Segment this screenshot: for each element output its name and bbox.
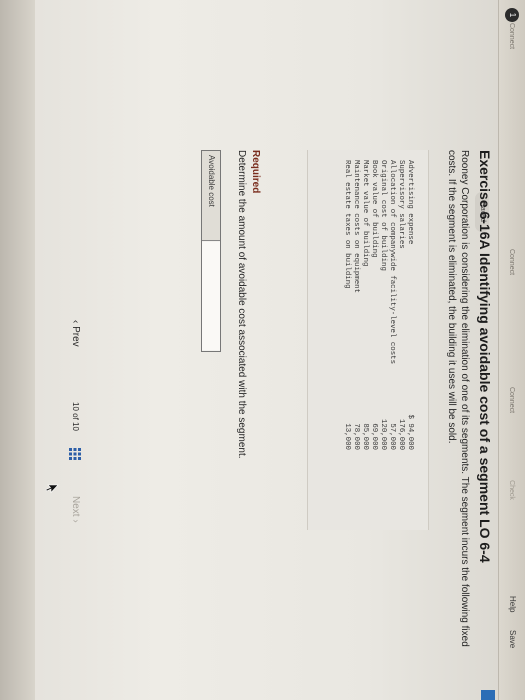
side-panel-edge — [481, 690, 495, 700]
next-button[interactable]: Next › — [70, 496, 81, 523]
table-row: Market value of building 85,000 — [360, 160, 369, 450]
photo-background: 1 Connect Connect Connect Check Help Sav… — [0, 0, 525, 700]
cost-amount: 57,000 — [388, 423, 396, 450]
screen-bottom-edge — [0, 0, 35, 700]
cost-label: Real estate taxes on building — [343, 160, 351, 289]
bottom-navigation: ‹ Prev 10 of 10 Next › — [61, 300, 85, 600]
table-row: Supervisory salaries 176,000 — [396, 160, 405, 450]
avoidable-cost-row: Avoidable cost — [201, 150, 221, 352]
exercise-intro: Rooney Corporation is considering the el… — [446, 150, 470, 647]
cost-label: Market value of building — [361, 160, 369, 267]
cost-amount: 85,000 — [361, 423, 369, 450]
page-indicator: 10 of 10 — [71, 402, 80, 431]
help-button[interactable]: Help — [508, 596, 517, 612]
cost-amount: $ 94,000 — [406, 414, 414, 450]
prev-button[interactable]: ‹ Prev — [70, 320, 81, 347]
chevron-right-icon: › — [70, 519, 81, 523]
cost-amount: 13,000 — [343, 423, 351, 450]
cost-amount: 176,000 — [397, 418, 405, 450]
cost-label: Advertising expense — [406, 160, 414, 245]
fixed-cost-panel: Advertising expense $ 94,000 Supervisory… — [307, 150, 429, 530]
cost-amount: 69,000 — [370, 423, 378, 450]
exercise-page: 1 Connect Connect Connect Check Help Sav… — [0, 0, 525, 700]
avoidable-cost-input[interactable] — [202, 242, 220, 350]
required-text: Determine the amount of avoidable cost a… — [236, 150, 247, 459]
top-toolbar: 1 Connect Connect Connect Check Help Sav… — [498, 0, 525, 700]
table-row: Book value of building 69,000 — [369, 160, 378, 450]
mouse-cursor-icon — [45, 484, 59, 494]
tab-connect-3[interactable]: Connect — [504, 372, 518, 428]
grid-icon[interactable] — [69, 448, 81, 460]
avoidable-cost-label: Avoidable cost — [202, 151, 220, 241]
table-row: Allocation of companywide facility-level… — [387, 160, 396, 450]
chevron-left-icon: ‹ — [70, 320, 81, 324]
cost-label: Allocation of companywide facility-level… — [388, 160, 396, 365]
table-row: Advertising expense $ 94,000 — [405, 160, 414, 450]
exercise-title: Exercise 6-16A Identifying avoidable cos… — [477, 150, 493, 563]
table-row: Original cost of building 120,000 — [378, 160, 387, 450]
next-label: Next — [70, 496, 81, 517]
cost-label: Book value of building — [370, 160, 378, 258]
tab-connect-1[interactable]: Connect — [504, 8, 518, 64]
cost-label: Original cost of building — [379, 160, 387, 271]
cost-label: Supervisory salaries — [397, 160, 405, 249]
save-button[interactable]: Save — [508, 630, 517, 648]
required-heading: Required — [250, 150, 261, 194]
cost-amount: 78,000 — [352, 423, 360, 450]
table-row: Real estate taxes on building 13,000 — [342, 160, 351, 450]
fixed-cost-table: Advertising expense $ 94,000 Supervisory… — [342, 160, 414, 450]
prev-label: Prev — [70, 326, 81, 347]
tab-check[interactable]: Check — [504, 470, 518, 510]
table-row: Maintenance costs on equipment 78,000 — [351, 160, 360, 450]
tab-connect-2[interactable]: Connect — [504, 234, 518, 290]
cost-label: Maintenance costs on equipment — [352, 160, 360, 294]
cost-amount: 120,000 — [379, 418, 387, 450]
